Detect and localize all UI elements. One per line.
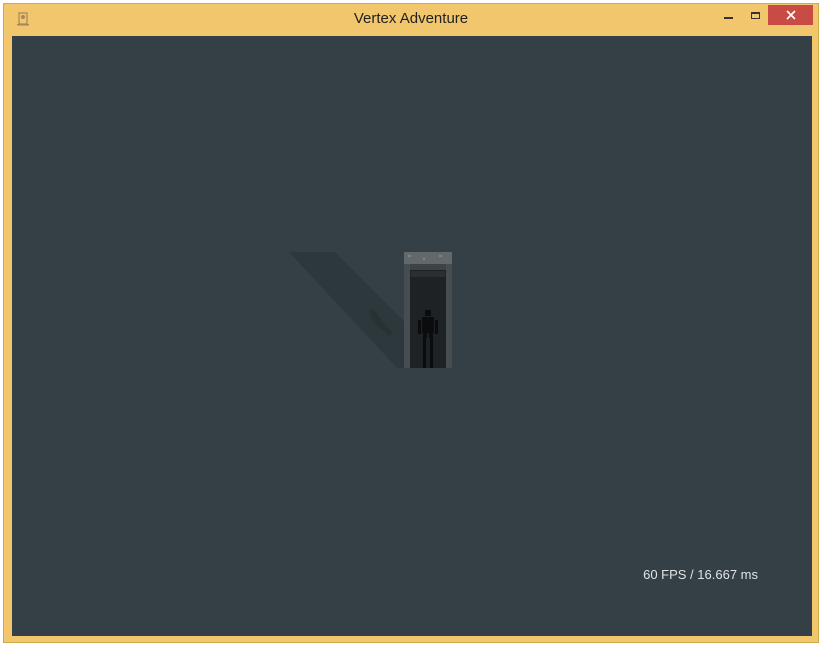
close-button[interactable] [768, 5, 813, 25]
maximize-button[interactable] [742, 5, 769, 25]
close-icon [785, 10, 796, 20]
app-window: Vertex Adventure 60 FPS / 16.667 ms [3, 3, 819, 643]
cast-shadow [289, 252, 407, 368]
minimize-icon [724, 17, 733, 19]
maximize-icon [751, 11, 760, 19]
fps-counter: 60 FPS / 16.667 ms [643, 567, 758, 582]
game-scene [289, 252, 452, 368]
window-title: Vertex Adventure [353, 10, 469, 27]
game-viewport[interactable]: 60 FPS / 16.667 ms [12, 36, 812, 636]
minimize-button[interactable] [715, 5, 742, 25]
title-bar[interactable]: Vertex Adventure [4, 4, 818, 35]
